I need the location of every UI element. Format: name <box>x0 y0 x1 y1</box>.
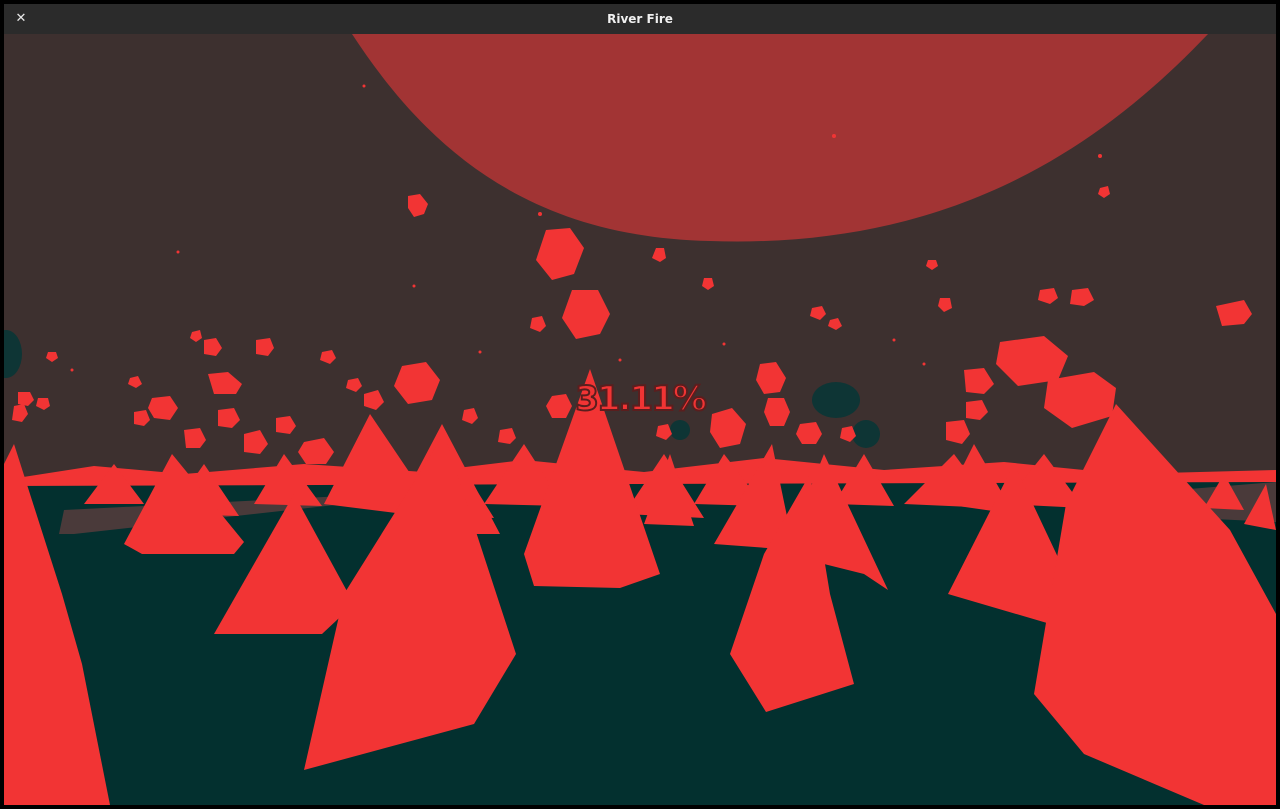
ember-speck <box>412 284 416 288</box>
title-bar: ✕ River Fire <box>4 4 1276 35</box>
ember-speck <box>538 212 542 216</box>
close-icon[interactable]: ✕ <box>10 8 32 30</box>
ember-speck <box>832 134 836 138</box>
ember-speck <box>176 250 180 254</box>
game-window: ✕ River Fire 31.11% <box>4 4 1276 805</box>
ember-speck <box>70 368 74 372</box>
ember-speck <box>362 84 366 88</box>
burnt-tree <box>670 420 690 440</box>
burn-progress-readout: 31.11% <box>574 378 708 420</box>
game-scene <box>4 34 1276 805</box>
ember-speck <box>722 342 726 346</box>
ember-speck <box>892 338 896 342</box>
ember-speck <box>618 358 622 362</box>
ember-speck <box>1098 154 1102 158</box>
window-title: River Fire <box>607 12 673 26</box>
ember-speck <box>478 350 482 354</box>
game-viewport[interactable]: 31.11% <box>4 34 1276 805</box>
ember-speck <box>922 362 926 366</box>
burnt-tree <box>812 382 860 418</box>
burnt-tree <box>852 420 880 448</box>
